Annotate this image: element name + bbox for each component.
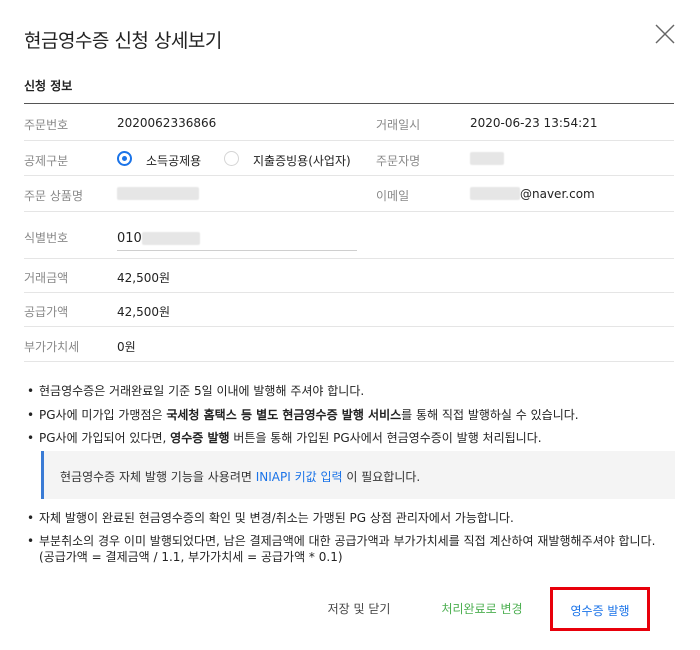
email-user-redacted	[470, 187, 520, 200]
iniapi-key-link[interactable]: INIAPI 키값 입력	[256, 470, 343, 484]
info-callout-text: 현금영수증 자체 발행 기능을 사용려면 INIAPI 키값 입력 이 필요합니…	[60, 468, 420, 485]
deduction-radio-income[interactable]	[117, 151, 132, 166]
notice-text-bold: 국세청 홈택스 등 별도 현금영수증 발행 서비스	[166, 408, 402, 422]
notice-text: 자체 발행이 완료된 현금영수증의 확인 및 변경/취소는 가맹된 PG 상점 …	[39, 511, 514, 525]
id-label: 식별번호	[24, 231, 69, 245]
issue-receipt-button[interactable]: 영수증 발행	[550, 587, 650, 631]
amount-label: 거래금액	[24, 271, 69, 285]
orderer-value-redacted	[470, 152, 504, 165]
product-value-redacted	[117, 187, 199, 200]
notice-item: 자체 발행이 완료된 현금영수증의 확인 및 변경/취소는 가맹된 PG 상점 …	[27, 510, 667, 526]
notice-text-bold: 영수증 발행	[170, 431, 230, 445]
section-title: 신청 정보	[24, 79, 73, 93]
notice-text: PG사에 미가입 가맹점은 국세청 홈택스 등 별도 현금영수증 발행 서비스를…	[27, 407, 667, 423]
order-no-value: 2020062336866	[117, 116, 217, 130]
notice-text: 현금영수증은 거래완료일 기준 5일 이내에 발행해 주셔야 합니다.	[39, 384, 365, 398]
trade-date-label: 거래일시	[376, 118, 421, 132]
product-label: 주문 상품명	[24, 189, 84, 203]
notice-item: 부분취소의 경우 이미 발행되었다면, 남은 결제금액에 대한 공급가액과 부가…	[27, 533, 667, 565]
info-text-part: 현금영수증 자체 발행 기능을 사용려면	[60, 470, 256, 484]
notice-item: 현금영수증은 거래완료일 기준 5일 이내에 발행해 주셔야 합니다.	[27, 383, 667, 399]
info-row-supply: 공급가액 42,500원	[24, 293, 674, 327]
id-input[interactable]: 010	[117, 227, 357, 251]
save-close-button[interactable]: 저장 및 닫기	[316, 600, 402, 617]
info-row-deduction: 공제구분 소득공제용 지출증빙용(사업자) 주문자명	[24, 141, 674, 176]
info-row-vat: 부가가치세 0원	[24, 327, 674, 362]
amount-value: 42,500원	[117, 271, 171, 285]
notice-text: 부분취소의 경우 이미 발행되었다면, 남은 결제금액에 대한 공급가액과 부가…	[39, 534, 656, 548]
id-value-redacted	[142, 232, 200, 245]
notice-text-part: 를 통해 직접 발행하실 수 있습니다.	[401, 408, 579, 422]
modal-title: 현금영수증 신청 상세보기	[24, 30, 222, 52]
vat-value: 0원	[117, 340, 136, 354]
notice-text-part: 버튼을 통해 가입된 PG사에서 현금영수증이 발행 처리됩니다.	[229, 431, 542, 445]
deduction-option-income[interactable]: 소득공제용	[146, 152, 201, 169]
notice-item: PG사에 미가입 가맹점은 국세청 홈택스 등 별도 현금영수증 발행 서비스를…	[27, 407, 667, 423]
close-icon[interactable]	[652, 21, 678, 47]
info-callout: 현금영수증 자체 발행 기능을 사용려면 INIAPI 키값 입력 이 필요합니…	[41, 451, 675, 499]
deduction-label: 공제구분	[24, 154, 69, 168]
mark-done-button[interactable]: 처리완료로 변경	[430, 600, 534, 617]
deduction-radio-business[interactable]	[224, 151, 239, 166]
receipt-detail-modal: 현금영수증 신청 상세보기 신청 정보 주문번호 2020062336866 거…	[0, 0, 700, 650]
info-text-part: 이 필요합니다.	[342, 470, 421, 484]
supply-value: 42,500원	[117, 305, 171, 319]
notice-text: PG사에 가입되어 있다면, 영수증 발행 버튼을 통해 가입된 PG사에서 현…	[27, 430, 667, 446]
info-row-amount: 거래금액 42,500원	[24, 259, 674, 293]
notice-item: PG사에 가입되어 있다면, 영수증 발행 버튼을 통해 가입된 PG사에서 현…	[27, 430, 667, 446]
trade-date-value: 2020-06-23 13:54:21	[470, 116, 598, 130]
notice-text-part: PG사에 가입되어 있다면,	[39, 431, 171, 445]
orderer-label: 주문자명	[376, 154, 421, 168]
info-row-id: 식별번호 010	[24, 212, 674, 259]
deduction-option-business[interactable]: 지출증빙용(사업자)	[253, 152, 351, 169]
vat-label: 부가가치세	[24, 340, 80, 354]
info-row-order: 주문번호 2020062336866 거래일시 2020-06-23 13:54…	[24, 104, 674, 141]
id-value: 010	[117, 231, 142, 246]
notice-text-part: PG사에 미가입 가맹점은	[39, 408, 167, 422]
notice-text-line2: (공급가액 = 결제금액 / 1.1, 부가가치세 = 공급가액 * 0.1)	[39, 550, 343, 564]
supply-label: 공급가액	[24, 305, 69, 319]
order-no-label: 주문번호	[24, 118, 69, 132]
email-label: 이메일	[376, 189, 410, 203]
info-row-product: 주문 상품명 이메일 @naver.com	[24, 176, 674, 212]
email-domain: @naver.com	[520, 187, 595, 201]
